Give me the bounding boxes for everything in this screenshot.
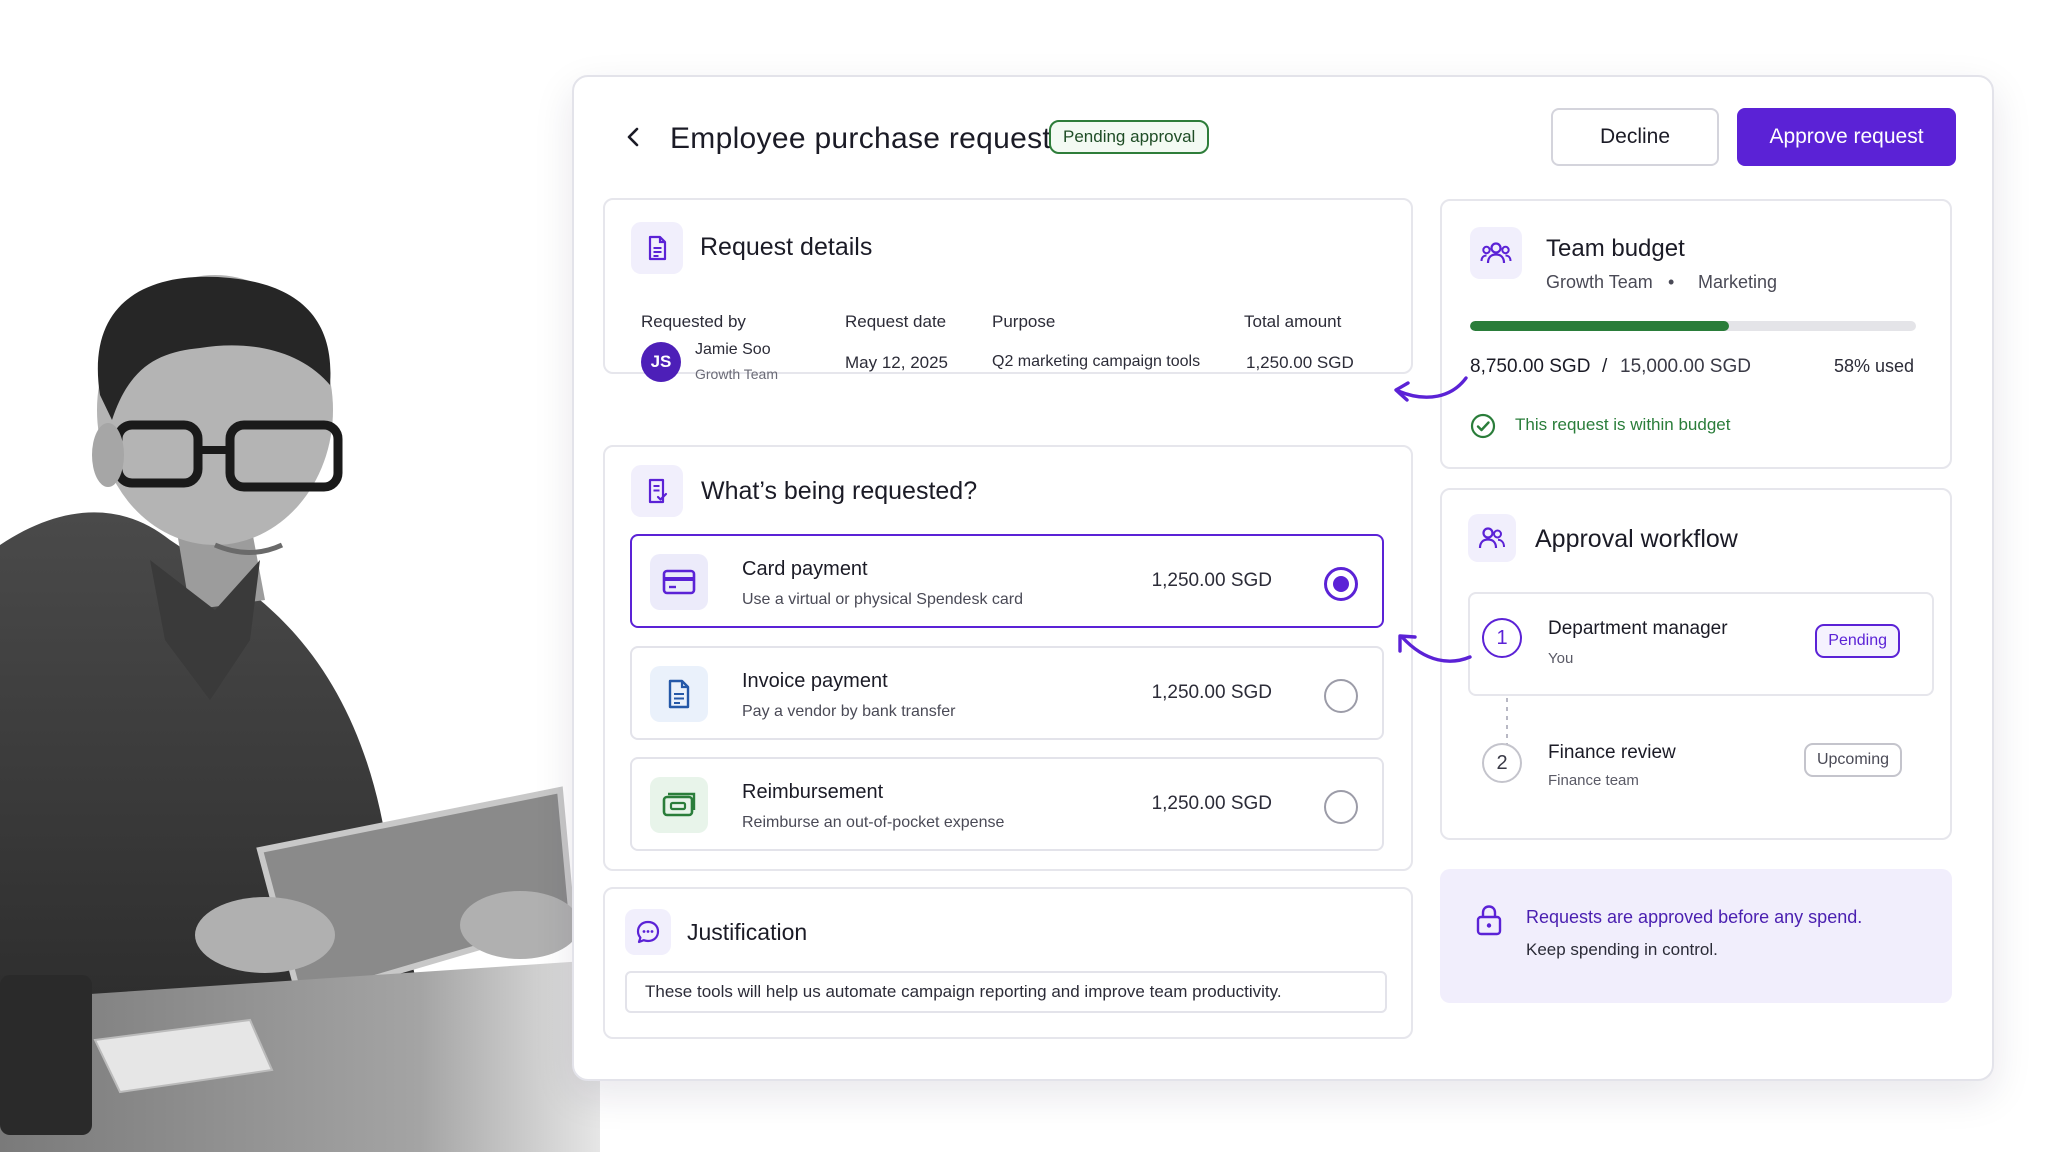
status-badge: Pending approval: [1049, 120, 1210, 154]
team-icon: [1470, 227, 1522, 279]
chevron-left-icon: [627, 127, 639, 147]
avatar: JS: [641, 342, 681, 382]
request-type-card: What’s being requested? Card payment Use…: [603, 445, 1413, 871]
checklist-icon: [631, 465, 683, 517]
option-title: Invoice payment: [742, 670, 888, 692]
team-budget-card: Team budget Growth Team • Marketing 8,75…: [1440, 199, 1952, 469]
requested-by-label: Requested by: [641, 312, 746, 331]
budget-slash: /: [1602, 356, 1608, 377]
total-amount-value: 1,250.00 SGD: [1246, 353, 1354, 372]
users-icon: [1468, 514, 1516, 562]
approval-workflow-title: Approval workflow: [1535, 525, 1738, 553]
budget-total: 15,000.00 SGD: [1620, 356, 1751, 377]
purpose-value: Q2 marketing campaign tools: [992, 353, 1201, 370]
radio-invoice-payment[interactable]: [1324, 679, 1358, 713]
justification-text[interactable]: These tools will help us automate campai…: [625, 971, 1387, 1013]
step-title: Finance review: [1548, 742, 1676, 763]
option-subtitle: Pay a vendor by bank transfer: [742, 703, 956, 720]
request-details-card: Request details Requested by JS Jamie So…: [603, 198, 1413, 382]
credit-card-icon: [650, 554, 708, 610]
budget-separator: •: [1668, 272, 1675, 292]
budget-used: 58% used: [1833, 356, 1914, 376]
document-icon: [631, 222, 683, 274]
budget-progress-fill: [1470, 321, 1729, 331]
radio-reimbursement[interactable]: [1324, 790, 1358, 824]
banner-line-1: Requests are approved before any spend.: [1526, 907, 1863, 927]
total-amount-label: Total amount: [1244, 312, 1342, 331]
option-subtitle: Use a virtual or physical Spendesk card: [742, 591, 1024, 608]
step-subtitle: You: [1548, 650, 1574, 667]
option-card-payment[interactable]: Card payment Use a virtual or physical S…: [630, 534, 1384, 628]
purchase-request-window: Employee purchase request Pending approv…: [572, 75, 1994, 1081]
requester-team: Growth Team: [695, 366, 778, 382]
lock-icon: [1476, 905, 1502, 936]
budget-team: Growth Team: [1546, 272, 1653, 292]
status-chip-upcoming: Upcoming: [1803, 743, 1902, 777]
info-banner: Requests are approved before any spend. …: [1440, 869, 1952, 1003]
decline-button[interactable]: Decline: [1551, 108, 1719, 166]
purpose-label: Purpose: [992, 312, 1056, 331]
hero-photo: [0, 0, 600, 1152]
option-amount: 1,250.00 SGD: [1151, 682, 1272, 703]
requester-name: Jamie Soo: [695, 341, 771, 358]
check-circle-icon: [1470, 413, 1496, 439]
option-title: Card payment: [742, 558, 868, 580]
option-amount: 1,250.00 SGD: [1151, 793, 1272, 814]
cash-icon: [650, 777, 708, 833]
team-budget-title: Team budget: [1546, 235, 1685, 262]
workflow-step-1: 1 Department manager You Pending: [1468, 592, 1934, 696]
budget-progress-bar: [1470, 321, 1916, 331]
budget-spent: 8,750.00 SGD: [1470, 356, 1591, 377]
option-invoice-payment[interactable]: Invoice payment Pay a vendor by bank tra…: [630, 646, 1384, 740]
page-title: Employee purchase request: [670, 122, 1052, 155]
chat-bubble-icon: [625, 909, 671, 955]
invoice-icon: [650, 666, 708, 722]
justification-title: Justification: [687, 919, 808, 945]
option-title: Reimbursement: [742, 781, 884, 803]
option-amount: 1,250.00 SGD: [1151, 570, 1272, 591]
within-budget-status: This request is within budget: [1515, 415, 1731, 434]
status-chip-pending: Pending: [1815, 624, 1900, 658]
approval-workflow-card: Approval workflow 1 Department manager Y…: [1440, 488, 1952, 840]
budget-department: Marketing: [1698, 272, 1778, 292]
step-number: 2: [1482, 743, 1522, 783]
request-details-title: Request details: [700, 233, 873, 261]
banner-line-2: Keep spending in control.: [1526, 940, 1718, 959]
request-date-label: Request date: [845, 312, 947, 331]
step-number: 1: [1482, 618, 1522, 658]
step-subtitle: Finance team: [1548, 772, 1639, 789]
approve-button[interactable]: Approve request: [1737, 108, 1956, 166]
step-title: Department manager: [1548, 618, 1728, 639]
request-type-title: What’s being requested?: [701, 477, 978, 505]
request-date-value: May 12, 2025: [845, 353, 949, 372]
option-reimbursement[interactable]: Reimbursement Reimburse an out-of-pocket…: [630, 757, 1384, 851]
justification-card: Justification These tools will help us a…: [603, 887, 1413, 1039]
radio-card-payment[interactable]: [1324, 567, 1358, 601]
option-subtitle: Reimburse an out-of-pocket expense: [742, 814, 1005, 831]
back-button[interactable]: [614, 117, 654, 157]
